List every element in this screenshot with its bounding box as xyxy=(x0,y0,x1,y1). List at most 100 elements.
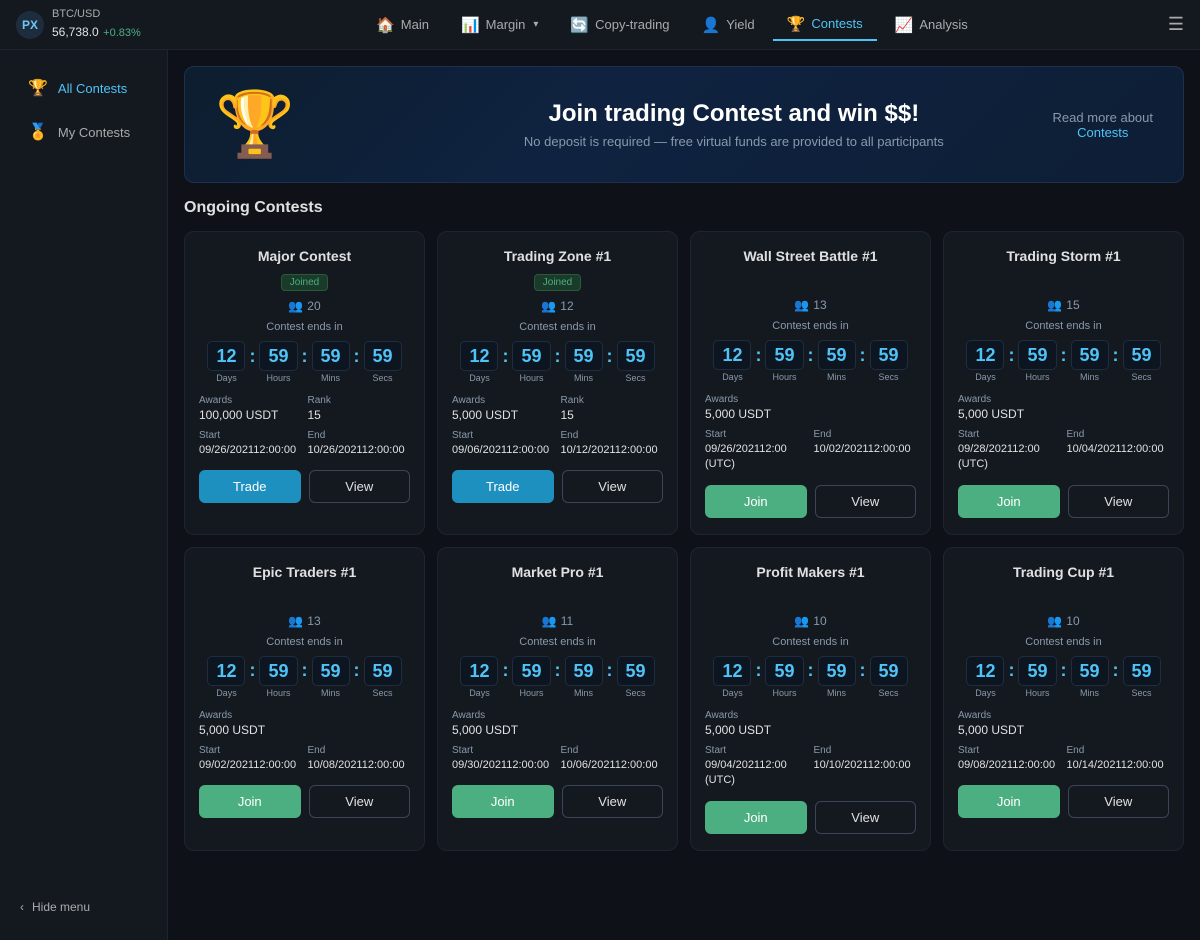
top-nav: PX BTC/USD 56,738.0 +0.83% 🏠 Main 📊 Marg… xyxy=(0,0,1200,50)
end-date: End 10/06/202112:00:00 xyxy=(561,745,664,773)
view-button[interactable]: View xyxy=(309,470,411,503)
join-button[interactable]: Join xyxy=(958,485,1060,518)
participants: 👥 10 xyxy=(705,614,916,628)
card-actions: Trade View xyxy=(452,470,663,503)
nav-item-copy-trading[interactable]: 🔄 Copy-trading xyxy=(556,10,683,40)
days-value: 12 xyxy=(207,341,245,371)
card-info: Awards 5,000 USDT Rank 15 xyxy=(452,395,663,422)
contest-card: Profit Makers #1 👥 10 Contest ends in 12… xyxy=(690,547,931,851)
separator-2: : xyxy=(1061,660,1067,681)
card-actions: Join View xyxy=(199,785,410,818)
view-button[interactable]: View xyxy=(562,470,664,503)
hide-menu-button[interactable]: ‹ Hide menu xyxy=(0,890,167,924)
contest-card: Trading Storm #1 👥 15 Contest ends in 12… xyxy=(943,231,1184,535)
days-label: Days xyxy=(722,372,743,382)
awards-item: Awards 5,000 USDT xyxy=(705,394,808,421)
secs-label: Secs xyxy=(626,688,646,698)
join-button[interactable]: Join xyxy=(705,801,807,834)
awards-item: Awards 5,000 USDT xyxy=(958,394,1061,421)
mins-value: 59 xyxy=(312,656,350,686)
secs-block: 59 Secs xyxy=(364,341,402,383)
card-dates: Start 09/26/202112:00:00 End 10/26/20211… xyxy=(199,430,410,458)
trade-button[interactable]: Trade xyxy=(452,470,554,503)
join-button[interactable]: Join xyxy=(199,785,301,818)
view-button[interactable]: View xyxy=(815,485,917,518)
ends-in-label: Contest ends in xyxy=(452,321,663,333)
days-value: 12 xyxy=(966,656,1004,686)
mins-block: 59 Mins xyxy=(1071,656,1109,698)
days-label: Days xyxy=(216,688,237,698)
card-dates: Start 09/28/202112:00 (UTC) End 10/04/20… xyxy=(958,429,1169,473)
join-button[interactable]: Join xyxy=(452,785,554,818)
awards-item: Awards 5,000 USDT xyxy=(199,710,302,737)
view-button[interactable]: View xyxy=(562,785,664,818)
join-button[interactable]: Join xyxy=(705,485,807,518)
analysis-icon: 📈 xyxy=(895,16,914,34)
mins-label: Mins xyxy=(321,688,340,698)
participants: 👥 11 xyxy=(452,614,663,628)
nav-label-main: Main xyxy=(401,17,429,32)
card-info: Awards 5,000 USDT xyxy=(705,710,916,737)
participants-count: 11 xyxy=(561,614,573,628)
secs-block: 59 Secs xyxy=(364,656,402,698)
card-info: Awards 100,000 USDT Rank 15 xyxy=(199,395,410,422)
hours-label: Hours xyxy=(519,373,543,383)
secs-label: Secs xyxy=(879,372,899,382)
trade-button[interactable]: Trade xyxy=(199,470,301,503)
margin-icon: 📊 xyxy=(461,16,480,34)
join-button[interactable]: Join xyxy=(958,785,1060,818)
sidebar-item-all-contests[interactable]: 🏆 All Contests xyxy=(8,68,159,108)
participants: 👥 15 xyxy=(958,298,1169,312)
nav-item-main[interactable]: 🏠 Main xyxy=(362,10,443,40)
yield-icon: 👤 xyxy=(702,16,721,34)
countdown: 12 Days : 59 Hours : 59 Mins : 59 Secs xyxy=(452,341,663,383)
mins-block: 59 Mins xyxy=(565,341,603,383)
view-button[interactable]: View xyxy=(1068,485,1170,518)
contest-title: Wall Street Battle #1 xyxy=(705,248,916,264)
secs-label: Secs xyxy=(373,688,393,698)
nav-item-margin[interactable]: 📊 Margin ▾ xyxy=(447,10,552,40)
secs-block: 59 Secs xyxy=(617,656,655,698)
start-date: Start 09/08/202112:00:00 xyxy=(958,745,1061,773)
separator-1: : xyxy=(1008,660,1014,681)
participants-icon: 👥 xyxy=(1047,298,1062,312)
nav-item-analysis[interactable]: 📈 Analysis xyxy=(881,10,982,40)
view-button[interactable]: View xyxy=(815,801,917,834)
nav-item-yield[interactable]: 👤 Yield xyxy=(688,10,769,40)
countdown: 12 Days : 59 Hours : 59 Mins : 59 Secs xyxy=(199,656,410,698)
secs-label: Secs xyxy=(373,373,393,383)
contest-title: Market Pro #1 xyxy=(452,564,663,580)
banner-link-contests[interactable]: Contests xyxy=(1077,125,1128,140)
end-date: End 10/02/202112:00:00 xyxy=(814,429,917,473)
hours-value: 59 xyxy=(1018,340,1056,370)
view-button[interactable]: View xyxy=(1068,785,1170,818)
btc-pair: BTC/USD xyxy=(52,8,141,21)
mins-block: 59 Mins xyxy=(312,341,350,383)
secs-value: 59 xyxy=(617,341,655,371)
hamburger-menu[interactable]: ☰ xyxy=(1168,14,1184,35)
banner-text: Join trading Contest and win $$! No depo… xyxy=(315,100,1153,149)
sidebar-label-all-contests: All Contests xyxy=(58,81,127,96)
separator-1: : xyxy=(1008,345,1014,366)
hours-block: 59 Hours xyxy=(1018,340,1056,382)
hours-block: 59 Hours xyxy=(765,656,803,698)
end-date: End 10/08/202112:00:00 xyxy=(308,745,411,773)
days-value: 12 xyxy=(713,340,751,370)
logo-area: PX BTC/USD 56,738.0 +0.83% xyxy=(16,8,176,40)
participants-count: 10 xyxy=(1066,614,1079,628)
mins-block: 59 Mins xyxy=(565,656,603,698)
contest-grid-row2: Epic Traders #1 👥 13 Contest ends in 12 … xyxy=(184,547,1184,851)
hours-block: 59 Hours xyxy=(765,340,803,382)
countdown: 12 Days : 59 Hours : 59 Mins : 59 Secs xyxy=(199,341,410,383)
logo-icon: PX xyxy=(16,11,44,39)
separator-3: : xyxy=(607,660,613,681)
nav-item-contests[interactable]: 🏆 Contests xyxy=(773,9,877,41)
sidebar-item-my-contests[interactable]: 🏅 My Contests xyxy=(8,112,159,152)
days-value: 12 xyxy=(460,341,498,371)
contest-card: Wall Street Battle #1 👥 13 Contest ends … xyxy=(690,231,931,535)
hours-label: Hours xyxy=(266,688,290,698)
hours-block: 59 Hours xyxy=(512,341,550,383)
secs-block: 59 Secs xyxy=(1123,656,1161,698)
card-actions: Join View xyxy=(705,801,916,834)
view-button[interactable]: View xyxy=(309,785,411,818)
